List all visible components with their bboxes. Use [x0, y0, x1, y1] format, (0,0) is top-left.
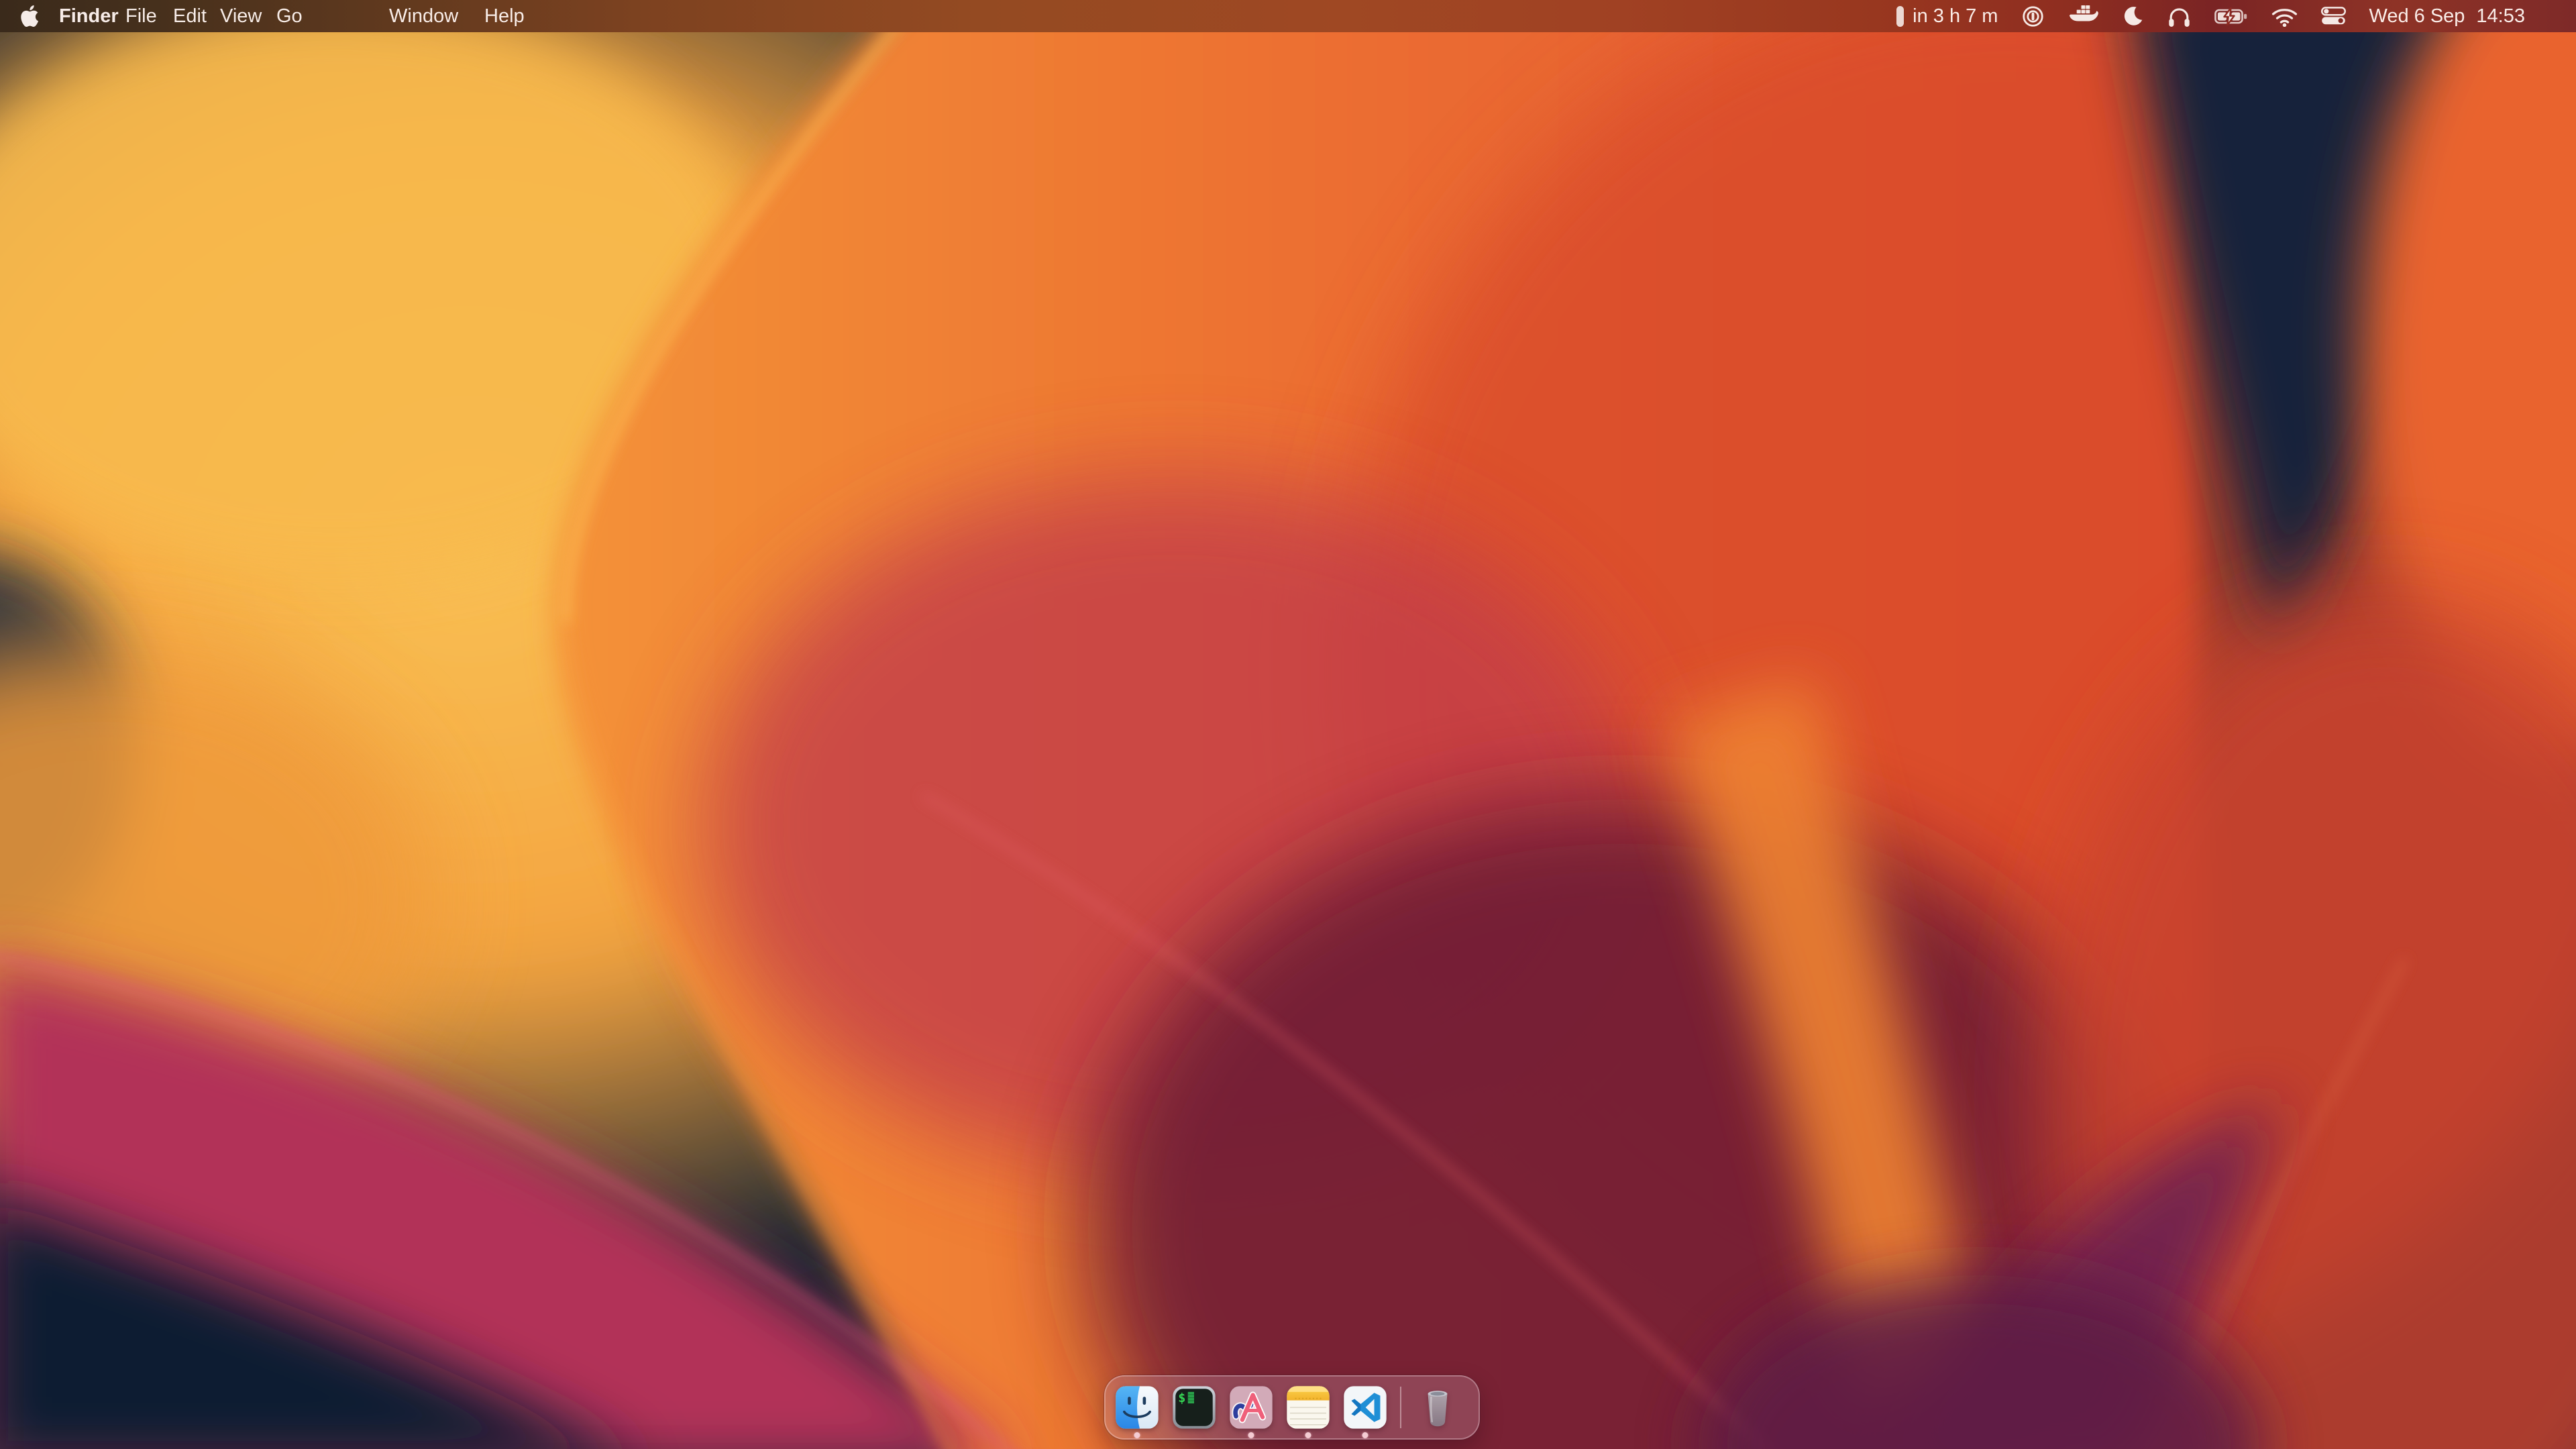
countdown-label: in 3 h 7 m	[1913, 5, 1998, 28]
terminal-icon: $	[1172, 1385, 1216, 1430]
menu-help[interactable]: Help	[484, 0, 525, 32]
dock-separator	[1400, 1387, 1401, 1428]
status-focus-mode[interactable]	[2122, 5, 2144, 28]
menu-edit[interactable]: Edit	[173, 0, 207, 32]
finder-icon	[1115, 1385, 1159, 1430]
status-docker[interactable]	[2068, 5, 2099, 28]
desktop: Finder File Edit View Go Window Help in …	[0, 0, 2576, 1449]
menu-bar: Finder File Edit View Go Window Help in …	[0, 0, 2576, 32]
menu-view[interactable]: View	[220, 0, 262, 32]
dock-item-trash[interactable]	[1417, 1385, 1458, 1430]
menu-bar-status-area: in 3 h 7 m	[1896, 0, 2576, 32]
1password-icon	[2021, 4, 2045, 29]
status-headphones[interactable]	[2167, 5, 2192, 28]
menu-file[interactable]: File	[125, 0, 157, 32]
docker-icon	[2068, 5, 2099, 28]
clock-date: Wed 6 Sep	[2369, 5, 2465, 28]
svg-text:$: $	[1178, 1391, 1185, 1405]
status-battery[interactable]	[2214, 7, 2248, 25]
menu-clock[interactable]: Wed 6 Sep 14:53	[2369, 5, 2525, 28]
menu-go[interactable]: Go	[276, 0, 303, 32]
vertical-pill-icon	[1896, 6, 1904, 27]
paint-letter-a-app-icon	[1229, 1385, 1273, 1430]
running-indicator	[1248, 1432, 1254, 1438]
status-wifi[interactable]	[2271, 6, 2298, 27]
dock-item-terminal[interactable]: $	[1172, 1385, 1216, 1430]
menu-window[interactable]: Window	[389, 0, 458, 32]
battery-charging-icon	[2214, 7, 2248, 25]
focus-moon-icon	[2122, 5, 2144, 28]
headphones-icon	[2167, 5, 2192, 28]
vscode-icon	[1343, 1385, 1387, 1430]
wallpaper-ventura-abstract	[0, 0, 2576, 1449]
status-control-center[interactable]	[2321, 7, 2346, 25]
notes-icon	[1286, 1385, 1330, 1430]
clock-time: 14:53	[2476, 5, 2525, 28]
dock-item-paint-letter-a-app[interactable]	[1229, 1385, 1273, 1430]
apple-logo-icon	[20, 5, 39, 28]
dock-item-finder[interactable]	[1115, 1385, 1159, 1430]
running-indicator	[1134, 1432, 1140, 1438]
status-1password[interactable]	[2021, 4, 2045, 29]
dock-item-notes[interactable]	[1286, 1385, 1330, 1430]
control-center-icon	[2321, 7, 2346, 25]
dock: $	[1104, 1375, 1480, 1440]
dock-item-vscode[interactable]	[1343, 1385, 1387, 1430]
apple-menu[interactable]	[20, 5, 39, 31]
running-indicator	[1362, 1432, 1368, 1438]
menu-active-app[interactable]: Finder	[59, 0, 119, 32]
trash-icon	[1417, 1385, 1458, 1430]
status-event-countdown[interactable]: in 3 h 7 m	[1896, 5, 1998, 28]
wifi-icon	[2271, 6, 2298, 27]
running-indicator	[1305, 1432, 1311, 1438]
